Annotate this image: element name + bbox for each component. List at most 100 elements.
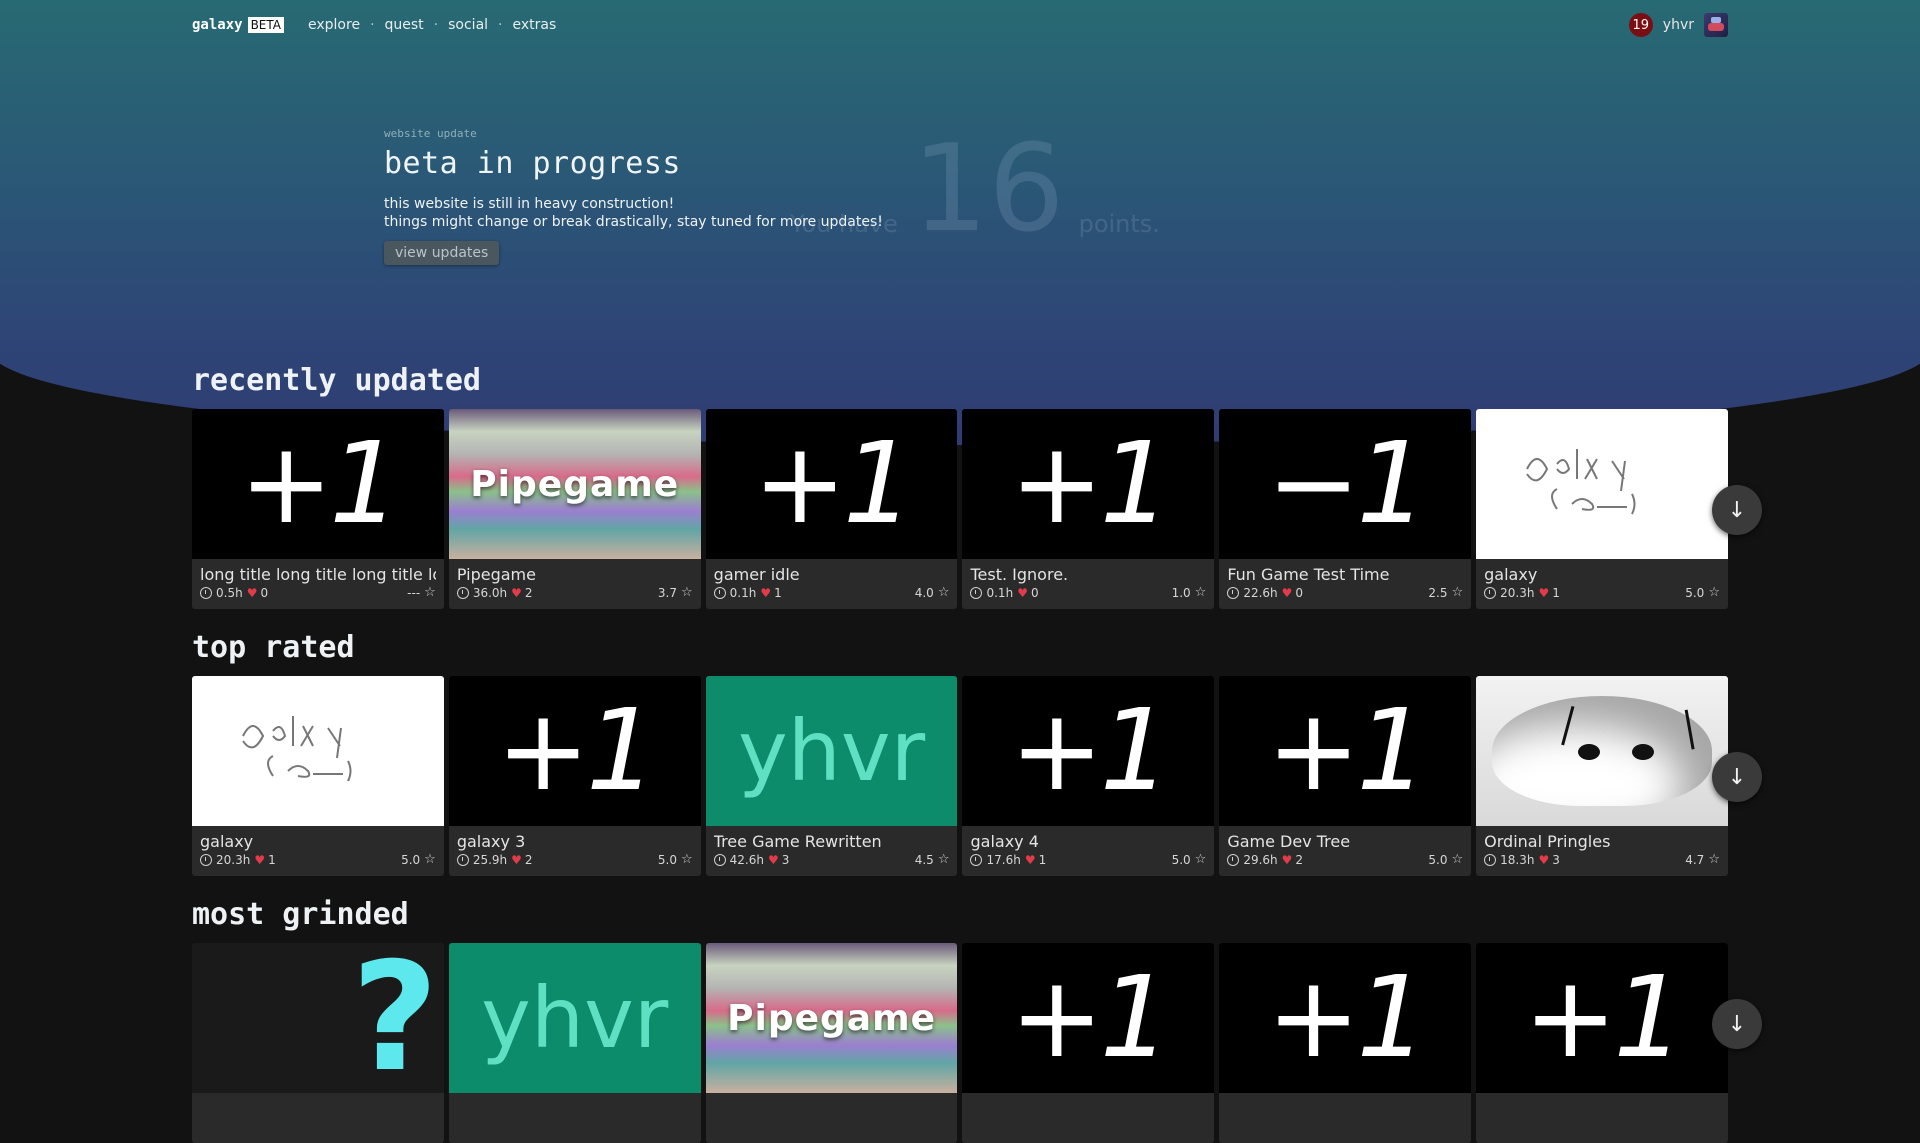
rating-value: 5.0 [1685, 585, 1705, 600]
clock-icon [1484, 853, 1497, 866]
scroll-down-button[interactable]: ↓ [1712, 752, 1762, 802]
game-card[interactable]: +1 [962, 943, 1215, 1143]
section-most-grinded: most grinded ? yhvr Pipegame +1 +1 +1 ↓ [192, 895, 1762, 1143]
star-icon[interactable]: ☆ [1195, 852, 1207, 867]
play-hours: 0.5h [216, 585, 243, 600]
game-card[interactable]: +1 long title long title long title long… [192, 409, 444, 609]
play-hours: 25.9h [472, 852, 508, 867]
star-icon[interactable]: ☆ [424, 585, 436, 600]
game-card[interactable]: −1 Fun Game Test Time 22.6h ♥ 0 2.5 ☆ [1219, 409, 1472, 609]
play-hours: 42.6h [729, 852, 764, 867]
clock-icon [200, 586, 212, 599]
rating-value: --- [407, 585, 421, 600]
rating-value: 4.7 [1685, 852, 1705, 867]
beta-badge: BETA [247, 17, 284, 33]
play-hours: 36.0h [472, 585, 508, 600]
section-title: top rated [192, 630, 355, 665]
rating-value: 5.0 [401, 852, 421, 867]
game-thumbnail: +1 [1476, 943, 1728, 1093]
play-hours: 17.6h [986, 852, 1021, 867]
scroll-down-button[interactable]: ↓ [1712, 485, 1762, 535]
game-thumbnail: Pipegame [705, 943, 958, 1093]
rating-value: 4.0 [914, 585, 934, 600]
nav-link-explore[interactable]: explore [308, 17, 360, 33]
thumbnail-text: yhvr [481, 969, 669, 1067]
clock-icon [456, 586, 469, 599]
points-value: 16 [911, 120, 1065, 259]
game-card[interactable]: Pipegame [705, 943, 958, 1143]
rating-value: 5.0 [1428, 852, 1448, 867]
game-card[interactable]: yhvr Tree Game Rewritten 42.6h ♥ 3 4.5 ☆ [705, 676, 958, 876]
nav-link-extras[interactable]: extras [513, 17, 557, 33]
game-thumbnail: +1 [962, 409, 1215, 559]
star-icon[interactable]: ☆ [681, 585, 693, 600]
game-card[interactable]: Ordinal Pringles 18.3h ♥ 3 4.7 ☆ [1476, 676, 1728, 876]
game-thumbnail: +1 [962, 943, 1215, 1093]
clock-icon [970, 853, 983, 866]
nav-separator: · [370, 17, 375, 33]
heart-icon: ♥ [1017, 585, 1028, 600]
clock-icon [1227, 586, 1240, 599]
update-title: beta in progress [384, 146, 681, 181]
rating-value: 1.0 [1171, 585, 1191, 600]
clock-icon [970, 586, 983, 599]
game-card[interactable]: +1 [1476, 943, 1728, 1143]
game-card[interactable]: galaxy 20.3h ♥ 1 5.0 ☆ [1476, 409, 1728, 609]
star-icon[interactable]: ☆ [1451, 852, 1463, 867]
scroll-down-button[interactable]: ↓ [1712, 999, 1762, 1049]
game-card[interactable]: galaxy 20.3h ♥ 1 5.0 ☆ [192, 676, 444, 876]
star-icon[interactable]: ☆ [424, 852, 436, 867]
game-title: galaxy 4 [970, 832, 1039, 851]
game-card[interactable]: ? [192, 943, 444, 1143]
game-title: Ordinal Pringles [1484, 832, 1611, 851]
star-icon[interactable]: ☆ [938, 585, 950, 600]
rating-value: 4.5 [914, 852, 934, 867]
game-thumbnail [1476, 409, 1728, 559]
star-icon[interactable]: ☆ [1195, 585, 1207, 600]
thumbnail-text: +1 [753, 419, 914, 549]
game-card[interactable]: +1 Test. Ignore. 0.1h ♥ 0 1.0 ☆ [962, 409, 1215, 609]
thumbnail-text: ? [351, 943, 438, 1093]
game-thumbnail: yhvr [705, 676, 958, 826]
like-count: 3 [1552, 852, 1560, 867]
game-card[interactable]: +1 gamer idle 0.1h ♥ 1 4.0 ☆ [705, 409, 958, 609]
rating-value: 3.7 [657, 585, 677, 600]
star-icon[interactable]: ☆ [938, 852, 950, 867]
game-card[interactable]: +1 galaxy 3 25.9h ♥ 2 5.0 ☆ [448, 676, 701, 876]
star-icon[interactable]: ☆ [1451, 585, 1463, 600]
clock-icon [1484, 586, 1497, 599]
game-thumbnail: −1 [1219, 409, 1472, 559]
scribble-drawing [233, 706, 403, 796]
clock-icon [200, 853, 212, 866]
game-thumbnail: +1 [962, 676, 1215, 826]
like-count: 2 [524, 585, 533, 600]
arrow-down-icon: ↓ [1727, 764, 1747, 790]
game-card[interactable]: yhvr [448, 943, 701, 1143]
heart-icon: ♥ [767, 852, 779, 867]
thumbnail-text: +1 [1009, 419, 1171, 549]
star-icon[interactable]: ☆ [681, 852, 693, 867]
brand-logo[interactable]: galaxy BETA [192, 17, 284, 33]
view-updates-button[interactable]: view updates [384, 241, 500, 265]
star-icon[interactable]: ☆ [1708, 585, 1720, 600]
brand-name: galaxy [192, 17, 243, 33]
game-card[interactable]: +1 galaxy 4 17.6h ♥ 1 5.0 ☆ [962, 676, 1215, 876]
game-card[interactable]: Pipegame Pipegame 36.0h ♥ 2 3.7 ☆ [448, 409, 701, 609]
game-card[interactable]: +1 Game Dev Tree 29.6h ♥ 2 5.0 ☆ [1219, 676, 1472, 876]
username[interactable]: yhvr [1663, 17, 1694, 33]
avatar[interactable] [1704, 13, 1728, 37]
play-hours: 22.6h [1243, 585, 1278, 600]
nav-link-quest[interactable]: quest [385, 17, 424, 33]
game-title: galaxy [1484, 565, 1538, 584]
game-title: gamer idle [713, 565, 800, 584]
scribble-drawing [1517, 439, 1687, 529]
game-thumbnail: ? [192, 943, 444, 1093]
star-icon[interactable]: ☆ [1708, 852, 1720, 867]
thumbnail-text: −1 [1266, 419, 1428, 549]
heart-icon: ♥ [1281, 585, 1293, 600]
game-title: Pipegame [456, 565, 536, 584]
nav-link-social[interactable]: social [448, 17, 488, 33]
game-title: galaxy 3 [456, 832, 526, 851]
game-card[interactable]: +1 [1219, 943, 1472, 1143]
notification-badge[interactable]: 19 [1628, 13, 1653, 37]
